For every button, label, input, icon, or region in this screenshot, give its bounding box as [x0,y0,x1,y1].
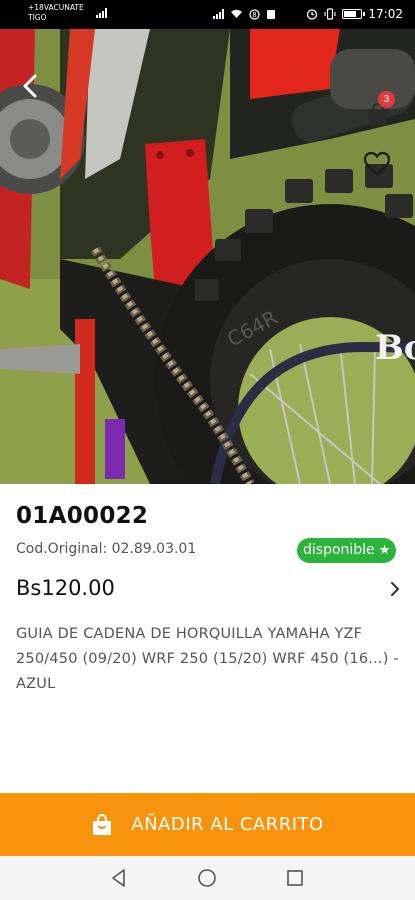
original-code: Cod.Original: 02.89.03.01 [16,541,197,557]
product-price: Bs120.00 [16,576,115,600]
star-icon: ★ [378,543,391,558]
status-left-icons [96,8,107,18]
back-arrow-icon[interactable] [16,71,46,101]
status-bar: +18VACUNATE TIGO 8 17:02 [0,0,415,29]
signal-icon-2 [213,9,225,19]
data-saver-icon: 8 [249,8,261,20]
nav-back-icon[interactable] [108,867,130,889]
heart-icon[interactable] [363,151,391,177]
status-label: disponible [303,542,375,558]
cart-count-badge: 3 [378,91,395,108]
alarm-icon [307,9,318,20]
status-right-icons: 8 17:02 [213,7,403,21]
shopping-bag-icon [93,813,112,835]
battery-icon [342,9,366,19]
carrier-line-1: +18VACUNATE [28,3,84,12]
product-image[interactable]: C64R Bo 3 [0,29,415,484]
notification-icon [267,9,276,19]
system-nav-bar [0,856,415,900]
wifi-icon [231,9,243,18]
svg-text:8: 8 [253,11,257,19]
tire-logo-text: Bo [375,328,415,368]
status-badge: disponible ★ [297,538,397,563]
carrier-line-2: TIGO [28,13,47,22]
nav-recents-icon[interactable] [284,867,306,889]
product-photo: C64R Bo [0,29,415,484]
add-to-cart-label: AÑADIR AL CARRITO [131,814,324,835]
price-row[interactable]: Bs120.00 [0,570,415,610]
product-description: GUIA DE CADENA DE HORQUILLA YAMAHA YZF 2… [16,626,399,692]
product-code: 01A00022 [16,503,149,529]
clock: 17:02 [368,7,403,21]
nav-home-icon[interactable] [196,867,218,889]
signal-icon [96,8,107,18]
add-to-cart-button[interactable]: AÑADIR AL CARRITO [0,793,415,856]
chevron-right-icon[interactable] [387,580,403,598]
carrier-info: +18VACUNATE TIGO [28,3,84,23]
vibrate-icon [324,8,336,20]
